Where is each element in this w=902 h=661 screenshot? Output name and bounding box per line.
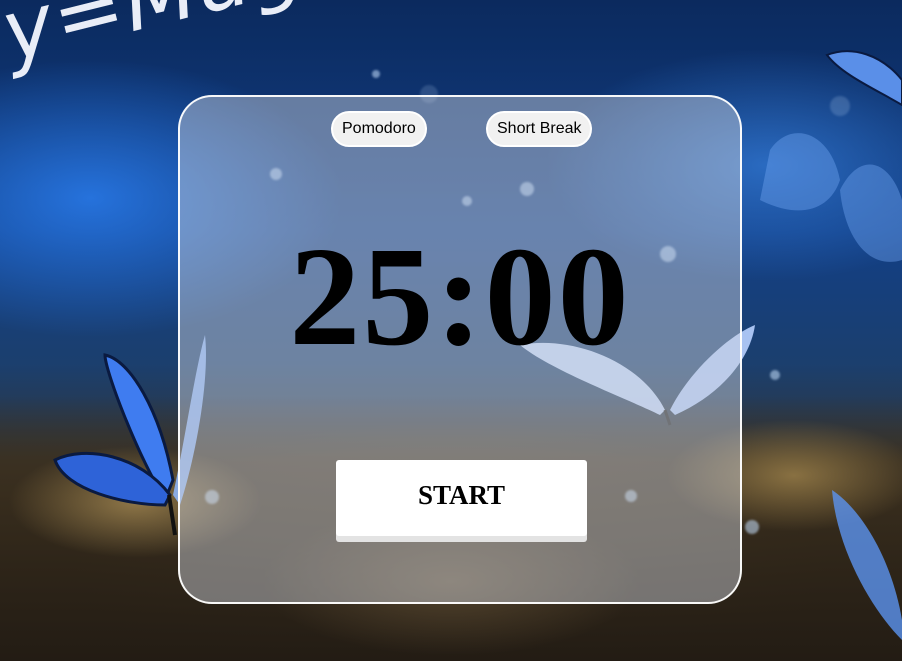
bokeh-light bbox=[372, 70, 380, 78]
pomodoro-mode-button[interactable]: Pomodoro bbox=[331, 111, 427, 147]
timer-card: Pomodoro Short Break 25:00 START bbox=[178, 95, 742, 604]
bokeh-light bbox=[830, 96, 850, 116]
butterfly-icon bbox=[825, 50, 902, 107]
short-break-mode-button[interactable]: Short Break bbox=[486, 111, 593, 147]
timer-display: 25:00 bbox=[289, 217, 631, 375]
bokeh-light bbox=[745, 520, 759, 534]
bokeh-light bbox=[770, 370, 780, 380]
background-handwriting: y=Magic bbox=[0, 0, 385, 81]
start-button[interactable]: START bbox=[336, 460, 587, 536]
butterfly-icon bbox=[832, 490, 902, 640]
butterfly-icon bbox=[760, 133, 902, 262]
